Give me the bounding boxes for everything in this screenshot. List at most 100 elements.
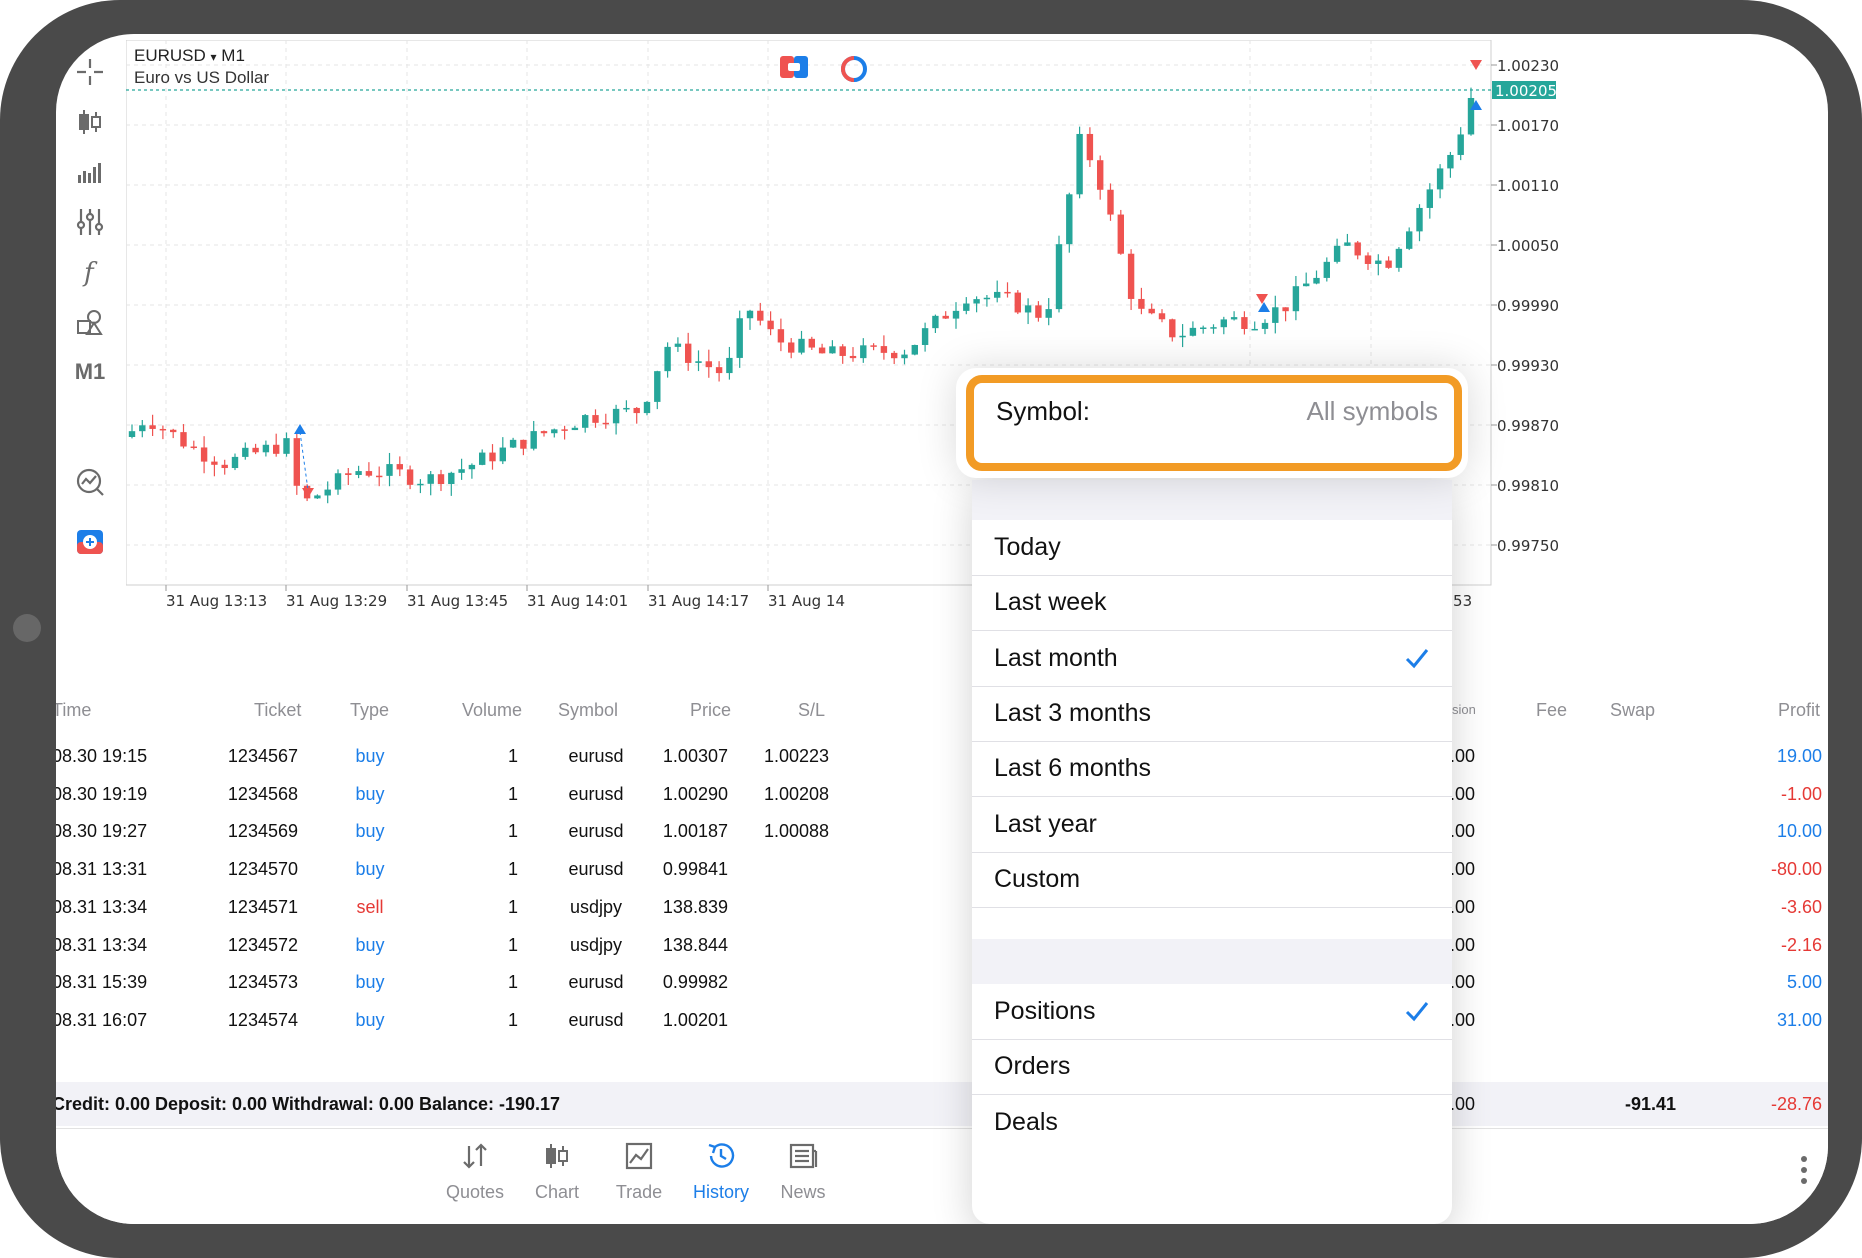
balance-summary-text: Credit: 0.00 Deposit: 0.00 Withdrawal: 0… [56,1094,561,1114]
period-option-label: Today [994,533,1061,561]
candle-body [860,345,867,359]
period-option[interactable]: Last month [972,631,1452,687]
period-option[interactable]: Last 3 months [972,686,1452,742]
period-option[interactable]: Last week [972,575,1452,632]
cell-sl [764,998,864,1042]
candle-body [674,343,682,347]
period-option-label: Last month [994,643,1118,672]
candle-body [1035,305,1042,318]
candle-body [1457,134,1464,155]
trading-signals-icon[interactable] [66,460,114,504]
col-volume[interactable]: Volume [462,690,522,730]
candle-body [623,407,630,410]
candle-body [396,464,403,470]
candle-body [1385,260,1392,268]
col-profit[interactable]: Profit [1778,690,1820,730]
one-click-trading-icon[interactable] [66,520,114,564]
view-option[interactable]: Positions [972,984,1452,1040]
nav-history[interactable]: History [676,1141,766,1203]
candle-body [1251,328,1258,331]
candle-body [1406,231,1413,249]
candle-body [283,438,290,454]
indicators-icon[interactable] [66,200,114,244]
more-options-icon[interactable] [1800,1155,1808,1190]
candle-body [705,361,712,368]
period-option-label: Last 3 months [994,698,1152,727]
checkmark-icon [1405,648,1429,668]
volume-icon[interactable] [66,150,114,194]
functions-icon[interactable]: f [66,250,114,294]
trade-icon [625,1142,653,1170]
candle-body [1230,317,1238,320]
candle-body [489,452,496,462]
nav-chart[interactable]: Chart [512,1141,602,1203]
candle-body [1138,298,1145,309]
period-option[interactable]: Last 6 months [972,741,1452,798]
col-ticket[interactable]: Ticket [254,690,301,730]
nav-quotes[interactable]: Quotes [430,1141,520,1203]
price-label: 1.00050 [1497,237,1559,255]
period-option[interactable]: Custom [972,852,1452,908]
candle-body [798,338,805,353]
candle-body [1344,242,1351,246]
chevron-down-icon: ▾ [210,50,217,64]
time-label: 31 Aug 14:01 [527,592,628,610]
col-time[interactable]: Time [56,690,91,730]
col-swap[interactable]: Swap [1610,690,1655,730]
col-fee[interactable]: Fee [1536,690,1567,730]
candlestick-plot[interactable]: 1.00230 1.00170 1.00110 1.00050 0.99990 0.999… [126,40,1816,680]
candle-body [1303,283,1310,287]
time-label: 31 Aug 13:29 [286,592,387,610]
period-option-label: Last 6 months [994,754,1152,783]
candle-body [273,444,280,454]
candle-body [376,475,383,478]
candle-body [746,310,754,319]
chart-symbol[interactable]: EURUSD ▾ M1 [134,46,245,66]
candle-body [1447,154,1454,169]
app-screen: f M1 1.00230 1.00170 1.00110 1.00050 0.99990… [56,34,1828,1224]
time-label: 31 Aug 13:45 [407,592,508,610]
nav-news[interactable]: News [758,1141,848,1203]
col-commission[interactable]: sion [1452,690,1476,730]
candle-body [1076,133,1083,195]
col-price[interactable]: Price [690,690,731,730]
candle-body [200,447,208,462]
time-label: 31 Aug 13:13 [166,592,267,610]
symbol-filter-value[interactable]: All symbols [1307,396,1438,427]
candle-body [242,447,249,457]
candle-body [1241,317,1248,329]
table-row[interactable]: 08.31 16:07 1234574 buy 1 eurusd 1.00201.00 31… [56,998,1828,1042]
col-type[interactable]: Type [350,690,389,730]
candle-body [1426,189,1433,208]
candle-body [1220,319,1227,328]
candle-body [932,315,939,329]
col-symbol[interactable]: Symbol [558,690,618,730]
candle-body [592,415,599,423]
timeframe-button[interactable]: M1 [66,350,114,394]
candle-body [406,469,414,485]
candle-body [1158,313,1166,320]
candle-body [582,415,589,428]
candle-body [427,474,434,484]
period-option[interactable]: Today [972,520,1452,576]
bottom-navigation: Quotes Chart Trade History News [56,1128,1828,1224]
candle-body [1416,207,1423,232]
chart-icon [546,1144,568,1168]
candle-body [211,461,218,465]
candle-type-icon[interactable] [66,100,114,144]
candle-body [602,422,609,425]
period-option[interactable]: Last year [972,797,1452,853]
candle-body [1323,261,1330,278]
crosshair-icon[interactable] [66,50,114,94]
shapes-icon[interactable] [66,300,114,344]
view-option[interactable]: Deals [972,1095,1452,1150]
nav-trade[interactable]: Trade [594,1141,684,1203]
view-option[interactable]: Orders [972,1039,1452,1096]
candle-body [1282,307,1289,312]
history-filter-menu: Today Last week Last month Last 3 months Las… [972,480,1452,1224]
col-sl[interactable]: S/L [798,690,825,730]
candle-body [1467,97,1475,135]
price-chart[interactable]: 1.00230 1.00170 1.00110 1.00050 0.99990 0.999… [126,40,1816,680]
candle-body [767,320,774,330]
camera-dot [13,614,41,642]
